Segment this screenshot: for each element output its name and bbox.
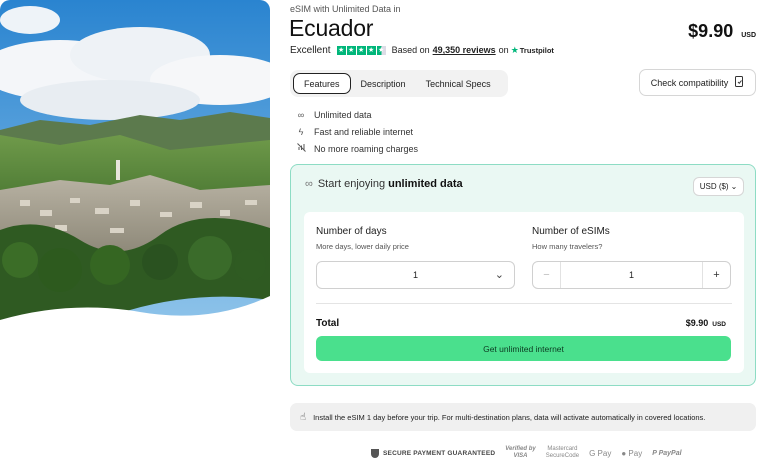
- currency-select-value: USD ($): [699, 182, 729, 191]
- trustpilot-rating: Excellent ★ ★ ★ ★ ★ Based on 49,350 revi…: [290, 43, 554, 57]
- paypal-icon: P: [652, 449, 657, 457]
- days-label: Number of days: [316, 226, 387, 237]
- paypal-text: PayPal: [658, 449, 682, 457]
- list-item: ϟ Fast and reliable internet: [296, 123, 418, 140]
- esims-label: Number of eSIMs: [532, 226, 610, 237]
- device-check-icon: [735, 76, 744, 89]
- plan-heading-bold: unlimited data: [388, 178, 463, 190]
- hero-image: [0, 0, 270, 328]
- apple-pay-text: Pay: [628, 448, 643, 458]
- mc-top-text: Mastercard: [547, 446, 578, 452]
- days-select[interactable]: 1 ⌄: [316, 261, 515, 289]
- check-compatibility-label: Check compatibility: [650, 77, 729, 88]
- visa-bottom-text: VISA: [513, 453, 528, 459]
- star-icon: ★: [346, 45, 356, 55]
- currency-select[interactable]: USD ($) ⌄: [693, 177, 744, 196]
- get-unlimited-internet-button[interactable]: Get unlimited internet: [316, 336, 731, 361]
- plan-card: ∞ Start enjoying unlimited data USD ($) …: [290, 164, 756, 386]
- google-pay-logo: G Pay: [589, 448, 612, 458]
- decrement-button[interactable]: −: [533, 262, 561, 288]
- install-notice: ☝ Install the eSIM 1 day before your tri…: [290, 403, 756, 431]
- product-tabs: Features Description Technical Specs: [290, 70, 508, 97]
- total-price: $9.90 USD: [686, 318, 726, 328]
- chevron-down-icon: ⌄: [494, 269, 504, 281]
- tab-description[interactable]: Description: [351, 73, 416, 94]
- paypal-logo: P PayPal: [652, 450, 681, 457]
- trustpilot-star-icon: ★: [510, 44, 519, 55]
- total-amount: $9.90: [685, 318, 709, 328]
- plan-heading: ∞ Start enjoying unlimited data: [305, 178, 463, 190]
- secure-payment-badge: SECURE PAYMENT GUARANTEED: [371, 448, 496, 458]
- list-item: ∞ Unlimited data: [296, 106, 418, 123]
- product-price: $9.90 USD: [688, 21, 756, 42]
- shield-icon: [371, 448, 379, 458]
- rating-stars: ★ ★ ★ ★ ★: [336, 45, 386, 55]
- check-compatibility-button[interactable]: Check compatibility: [639, 69, 756, 96]
- feature-label: Fast and reliable internet: [314, 126, 414, 137]
- hand-pointer-icon: ☝: [300, 411, 307, 423]
- total-currency: USD: [712, 321, 726, 328]
- trustpilot-brand: Trustpilot: [519, 45, 554, 55]
- star-icon: ★: [336, 45, 346, 55]
- product-eyebrow: eSIM with Unlimited Data in: [290, 4, 401, 14]
- chevron-down-icon: ⌄: [730, 182, 738, 191]
- days-select-value: 1: [412, 270, 418, 280]
- product-title: Ecuador: [289, 15, 374, 41]
- esims-value: 1: [628, 270, 634, 280]
- price-amount: $9.90: [688, 21, 734, 41]
- rating-based-on: Based on: [391, 45, 430, 55]
- total-label: Total: [316, 318, 340, 329]
- verified-by-visa-logo: Verified by VISA: [505, 446, 535, 460]
- payment-methods: SECURE PAYMENT GUARANTEED Verified by VI…: [371, 446, 682, 460]
- apple-icon: ●: [621, 448, 627, 458]
- mc-bottom-text: SecureCode: [545, 453, 580, 459]
- esims-stepper[interactable]: − 1 +: [532, 261, 731, 289]
- star-icon: ★: [366, 45, 376, 55]
- mastercard-securecode-logo: Mastercard SecureCode: [546, 446, 579, 460]
- apple-pay-logo: ● Pay: [621, 449, 642, 458]
- visa-top-text: Verified by: [505, 446, 536, 452]
- divider: [316, 303, 732, 304]
- secure-payment-text: SECURE PAYMENT GUARANTEED: [383, 449, 496, 457]
- infinity-icon: ∞: [305, 178, 313, 190]
- list-item: No more roaming charges: [296, 140, 418, 157]
- feature-label: No more roaming charges: [314, 143, 419, 154]
- esims-sublabel: How many travelers?: [532, 242, 603, 251]
- half-star-icon: ★: [376, 45, 386, 55]
- install-notice-text: Install the eSIM 1 day before your trip.…: [313, 412, 706, 422]
- rating-label: Excellent: [290, 44, 331, 56]
- bolt-icon: ϟ: [298, 126, 304, 137]
- feature-label: Unlimited data: [314, 109, 372, 120]
- days-sublabel: More days, lower daily price: [316, 242, 409, 251]
- star-icon: ★: [356, 45, 366, 55]
- increment-button[interactable]: +: [702, 262, 730, 288]
- reviews-link[interactable]: 49,350 reviews: [433, 45, 496, 55]
- tab-features[interactable]: Features: [293, 73, 351, 94]
- no-roaming-icon: [296, 143, 306, 154]
- price-currency: USD: [741, 32, 756, 39]
- plan-heading-prefix: Start enjoying: [317, 178, 386, 190]
- infinity-icon: ∞: [297, 109, 305, 120]
- trustpilot-logo: ★ Trustpilot: [511, 45, 554, 56]
- rating-on: on: [498, 45, 509, 55]
- tab-technical-specs[interactable]: Technical Specs: [416, 73, 501, 94]
- features-list: ∞ Unlimited data ϟ Fast and reliable int…: [296, 106, 418, 157]
